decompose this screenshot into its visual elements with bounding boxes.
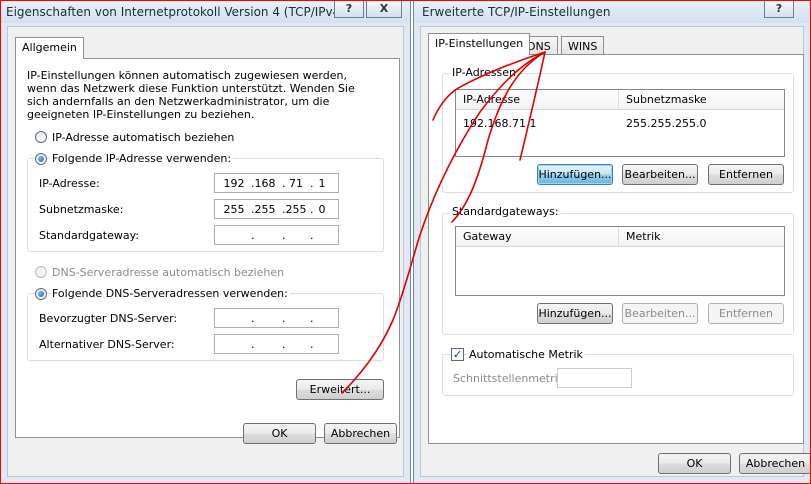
ip-address-field[interactable]: 192 . 168 . 71 . 1 — [214, 173, 339, 193]
default-gateway-field[interactable]: . . . — [214, 225, 339, 245]
ipv4-dialog-content: Allgemein IP-Einstellungen können automa… — [7, 26, 404, 477]
gateways-group-label: Standardgateways: — [450, 205, 561, 218]
gateway-dot: . — [251, 229, 255, 242]
gateway-dot: . — [282, 229, 286, 242]
advanced-tcpip-dialog: Erweiterte TCP/IP-Einstellungen ? IP-Ein… — [413, 0, 811, 484]
ip-octet-1: 192 — [223, 177, 245, 190]
ipv4-dialog-titlebar[interactable]: Eigenschaften von Internetprotokoll Vers… — [1, 1, 410, 23]
preferred-dns-label: Bevorzugter DNS-Server: — [39, 312, 178, 325]
gateway-dot: . — [310, 229, 314, 242]
interface-metric-input[interactable] — [557, 368, 632, 388]
advanced-dialog-title: Erweiterte TCP/IP-Einstellungen — [422, 5, 611, 19]
tab-ip-settings[interactable]: IP-Einstellungen — [428, 33, 531, 55]
add-ip-button[interactable]: Hinzufügen... — [537, 164, 613, 185]
edit-gateway-button[interactable]: Bearbeiten... — [622, 303, 698, 324]
advanced-dialog-content: IP-Einstellungen DNS WINS IP-Adressen IP… — [420, 26, 811, 477]
dns-dot: . — [310, 338, 314, 351]
subnet-octet-2: 255 — [254, 203, 276, 216]
cancel-button[interactable]: Abbrechen — [739, 453, 811, 474]
subnet-octet-1: 255 — [223, 203, 245, 216]
alternate-dns-label: Alternativer DNS-Server: — [39, 338, 175, 351]
radio-manual-ip[interactable] — [35, 153, 47, 165]
metric-column-header[interactable]: Metrik — [626, 230, 661, 243]
preferred-dns-field[interactable]: . . . — [214, 308, 339, 328]
dns-dot: . — [251, 338, 255, 351]
ip-addresses-group-label: IP-Adressen — [450, 66, 518, 79]
ip-list-row-ip[interactable]: 192.168.71.1 — [463, 117, 536, 130]
radio-auto-dns-label[interactable]: DNS-Serveradresse automatisch beziehen — [52, 266, 284, 279]
radio-auto-ip-label[interactable]: IP-Adresse automatisch beziehen — [52, 131, 234, 144]
ip-octet-3: 71 — [289, 177, 303, 190]
radio-auto-ip[interactable] — [35, 131, 47, 143]
ip-address-column-header[interactable]: IP-Adresse — [463, 93, 520, 106]
tab-wins[interactable]: WINS — [561, 36, 605, 56]
ip-octet-2: 168 — [254, 177, 276, 190]
ok-button[interactable]: OK — [243, 423, 316, 444]
subnet-mask-column-header[interactable]: Subnetzmaske — [626, 93, 707, 106]
ip-octet-4: 1 — [318, 177, 326, 190]
ipv4-properties-dialog: Eigenschaften von Internetprotokoll Vers… — [0, 0, 411, 484]
ipv4-dialog-title: Eigenschaften von Internetprotokoll Vers… — [6, 5, 345, 19]
ip-list-header: IP-Adresse Subnetzmaske — [456, 90, 784, 110]
alternate-dns-field[interactable]: . . . — [214, 334, 339, 354]
remove-ip-button[interactable]: Entfernen — [708, 164, 784, 185]
dns-dot: . — [251, 312, 255, 325]
help-button[interactable]: ? — [764, 1, 794, 18]
radio-manual-dns[interactable] — [35, 288, 47, 300]
subnet-mask-label: Subnetzmaske: — [39, 203, 124, 216]
gateway-list-header: Gateway Metrik — [456, 227, 784, 247]
edit-ip-button[interactable]: Bearbeiten... — [622, 164, 698, 185]
column-separator — [618, 227, 619, 247]
close-button[interactable]: X — [366, 1, 402, 18]
dns-dot: . — [282, 312, 286, 325]
ip-list-row-mask[interactable]: 255.255.255.0 — [626, 117, 706, 130]
add-gateway-button[interactable]: Hinzufügen... — [537, 303, 613, 324]
dns-dot: . — [282, 338, 286, 351]
dns-dot: . — [310, 312, 314, 325]
subnet-octet-3: 255 — [285, 203, 307, 216]
advanced-dialog-titlebar[interactable]: Erweiterte TCP/IP-Einstellungen ? — [414, 1, 810, 23]
tab-general[interactable]: Allgemein — [15, 37, 84, 59]
gateway-column-header[interactable]: Gateway — [463, 230, 512, 243]
ip-address-label: IP-Adresse: — [39, 177, 100, 190]
cancel-button[interactable]: Abbrechen — [324, 423, 397, 444]
subnet-octet-4: 0 — [318, 203, 326, 216]
subnet-mask-field[interactable]: 255 . 255 . 255 . 0 — [214, 199, 339, 219]
ok-button[interactable]: OK — [658, 453, 731, 474]
help-button[interactable]: ? — [334, 1, 364, 18]
radio-auto-dns[interactable] — [35, 266, 47, 278]
remove-gateway-button[interactable]: Entfernen — [708, 303, 784, 324]
default-gateway-label: Standardgateway: — [39, 229, 139, 242]
radio-manual-ip-label[interactable]: Folgende IP-Adresse verwenden: — [50, 152, 234, 165]
auto-metric-checkbox[interactable]: ✓ — [451, 348, 464, 361]
gateway-list[interactable]: Gateway Metrik — [455, 226, 785, 296]
column-separator — [618, 90, 619, 110]
ip-address-list[interactable]: IP-Adresse Subnetzmaske 192.168.71.1 255… — [455, 89, 785, 157]
advanced-button[interactable]: Erweitert... — [296, 379, 384, 400]
auto-metric-label[interactable]: Automatische Metrik — [467, 348, 585, 361]
ipv4-description: IP-Einstellungen können automatisch zuge… — [27, 69, 355, 121]
radio-manual-dns-label[interactable]: Folgende DNS-Serveradressen verwenden: — [50, 287, 290, 300]
interface-metric-label: Schnittstellenmetrik: — [453, 372, 568, 385]
